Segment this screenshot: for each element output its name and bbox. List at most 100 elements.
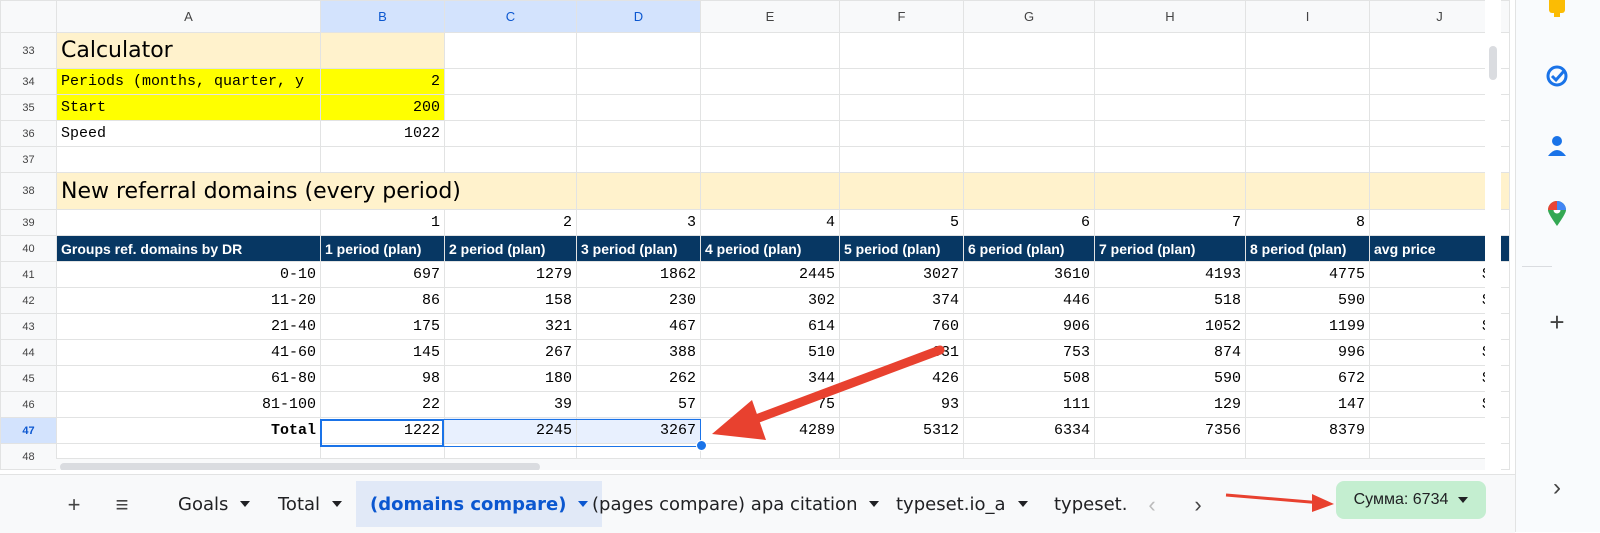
total-cell[interactable]: 5312 <box>839 417 964 444</box>
cell[interactable] <box>1094 120 1246 147</box>
table-cell[interactable]: 180 <box>444 365 577 392</box>
cell[interactable] <box>1245 172 1370 210</box>
table-header-cell[interactable]: Groups ref. domains by DR <box>56 235 321 262</box>
section-title[interactable]: New referral domains (every period) <box>56 172 577 210</box>
speed-value-cell[interactable]: 1022 <box>320 120 445 147</box>
tasks-icon[interactable] <box>1537 56 1577 96</box>
table-cell[interactable]: 388 <box>576 339 701 366</box>
table-cell[interactable]: 4193 <box>1094 261 1246 288</box>
total-cell[interactable]: 6334 <box>963 417 1095 444</box>
vertical-scrollbar[interactable] <box>1485 0 1501 470</box>
table-header-cell[interactable]: 2 period (plan) <box>444 235 577 262</box>
sheet-tab-pages-compare[interactable]: (pages compare) apa citation <box>578 481 893 527</box>
cell[interactable] <box>700 32 840 69</box>
table-cell[interactable]: 98 <box>320 365 445 392</box>
period-index-cell[interactable]: 8 <box>1245 209 1370 236</box>
table-cell[interactable]: 446 <box>963 287 1095 314</box>
start-value-cell[interactable]: 200 <box>320 94 445 121</box>
table-cell[interactable]: 75 <box>700 391 840 418</box>
periods-value-cell[interactable]: 2 <box>320 68 445 95</box>
menu-icon[interactable]: ≡ <box>106 489 138 521</box>
cell[interactable] <box>839 68 964 95</box>
cell-grid[interactable]: A B C D E F G H I J 33 Calculator 34 Per <box>0 0 1510 470</box>
cell[interactable] <box>56 146 321 173</box>
table-cell[interactable]: 4775 <box>1245 261 1370 288</box>
table-header-cell[interactable]: 7 period (plan) <box>1094 235 1246 262</box>
table-cell[interactable]: 996 <box>1245 339 1370 366</box>
cell[interactable] <box>1094 32 1246 69</box>
cell[interactable] <box>1245 146 1370 173</box>
table-cell[interactable]: 631 <box>839 339 964 366</box>
row-header[interactable]: 43 <box>0 313 57 340</box>
cell[interactable] <box>576 68 701 95</box>
cell[interactable] <box>963 94 1095 121</box>
row-header[interactable]: 36 <box>0 120 57 147</box>
cell[interactable] <box>963 120 1095 147</box>
row-header[interactable]: 45 <box>0 365 57 392</box>
table-cell[interactable]: 158 <box>444 287 577 314</box>
chevron-down-icon[interactable] <box>332 501 343 507</box>
period-index-cell[interactable]: 5 <box>839 209 964 236</box>
cell[interactable] <box>1094 68 1246 95</box>
dr-group-label[interactable]: 41-60 <box>56 339 321 366</box>
row-header[interactable]: 47 <box>0 417 57 444</box>
cell[interactable] <box>576 32 701 69</box>
periods-label-cell[interactable]: Periods (months, quarter, y <box>56 68 321 95</box>
horizontal-scrollbar[interactable] <box>56 458 1496 470</box>
select-all-corner[interactable] <box>0 0 57 33</box>
cell[interactable] <box>444 68 577 95</box>
table-cell[interactable]: 697 <box>320 261 445 288</box>
table-cell[interactable]: 129 <box>1094 391 1246 418</box>
table-header-cell[interactable]: 4 period (plan) <box>700 235 840 262</box>
chevron-right-icon[interactable]: › <box>1182 489 1214 521</box>
cell[interactable] <box>839 120 964 147</box>
table-cell[interactable]: 426 <box>839 365 964 392</box>
row-header[interactable]: 39 <box>0 209 57 236</box>
cell[interactable] <box>700 146 840 173</box>
row-header[interactable]: 44 <box>0 339 57 366</box>
sheet-tab-goals[interactable]: Goals <box>164 481 264 527</box>
table-header-cell[interactable]: 1 period (plan) <box>320 235 445 262</box>
table-cell[interactable]: 672 <box>1245 365 1370 392</box>
cell[interactable] <box>444 120 577 147</box>
row-header[interactable]: 41 <box>0 261 57 288</box>
table-cell[interactable]: 93 <box>839 391 964 418</box>
table-cell[interactable]: 614 <box>700 313 840 340</box>
cell[interactable] <box>839 172 964 210</box>
plus-icon[interactable]: + <box>58 489 90 521</box>
period-index-cell[interactable]: 3 <box>576 209 701 236</box>
table-cell[interactable]: 230 <box>576 287 701 314</box>
cell[interactable] <box>444 32 577 69</box>
table-cell[interactable]: 753 <box>963 339 1095 366</box>
table-cell[interactable]: 1052 <box>1094 313 1246 340</box>
cell[interactable] <box>963 32 1095 69</box>
table-cell[interactable]: 344 <box>700 365 840 392</box>
total-cell-selected[interactable]: 1222 <box>320 417 445 444</box>
total-cell-selected[interactable]: 2245 <box>444 417 577 444</box>
table-cell[interactable]: 590 <box>1245 287 1370 314</box>
period-index-cell[interactable]: 1 <box>320 209 445 236</box>
contacts-icon[interactable] <box>1537 126 1577 166</box>
total-cell[interactable]: 8379 <box>1245 417 1370 444</box>
period-index-cell[interactable]: 6 <box>963 209 1095 236</box>
cell[interactable] <box>963 172 1095 210</box>
table-cell[interactable]: 590 <box>1094 365 1246 392</box>
cell[interactable] <box>700 94 840 121</box>
cell[interactable] <box>839 94 964 121</box>
row-header[interactable]: 35 <box>0 94 57 121</box>
vertical-scroll-thumb[interactable] <box>1489 46 1497 80</box>
dr-group-label[interactable]: 61-80 <box>56 365 321 392</box>
table-cell[interactable]: 2445 <box>700 261 840 288</box>
table-cell[interactable]: 518 <box>1094 287 1246 314</box>
sheet-tab-typeset[interactable]: typeset. <box>1040 481 1150 527</box>
row-header[interactable]: 40 <box>0 235 57 262</box>
total-cell[interactable]: 7356 <box>1094 417 1246 444</box>
cell[interactable] <box>444 94 577 121</box>
row-header[interactable]: 38 <box>0 172 57 210</box>
sheet-tab-domains-compare[interactable]: (domains compare) <box>356 481 603 527</box>
period-index-cell[interactable]: 2 <box>444 209 577 236</box>
dr-group-label[interactable]: 21-40 <box>56 313 321 340</box>
cell[interactable] <box>1094 94 1246 121</box>
row-header[interactable]: 34 <box>0 68 57 95</box>
table-header-cell[interactable]: 5 period (plan) <box>839 235 964 262</box>
